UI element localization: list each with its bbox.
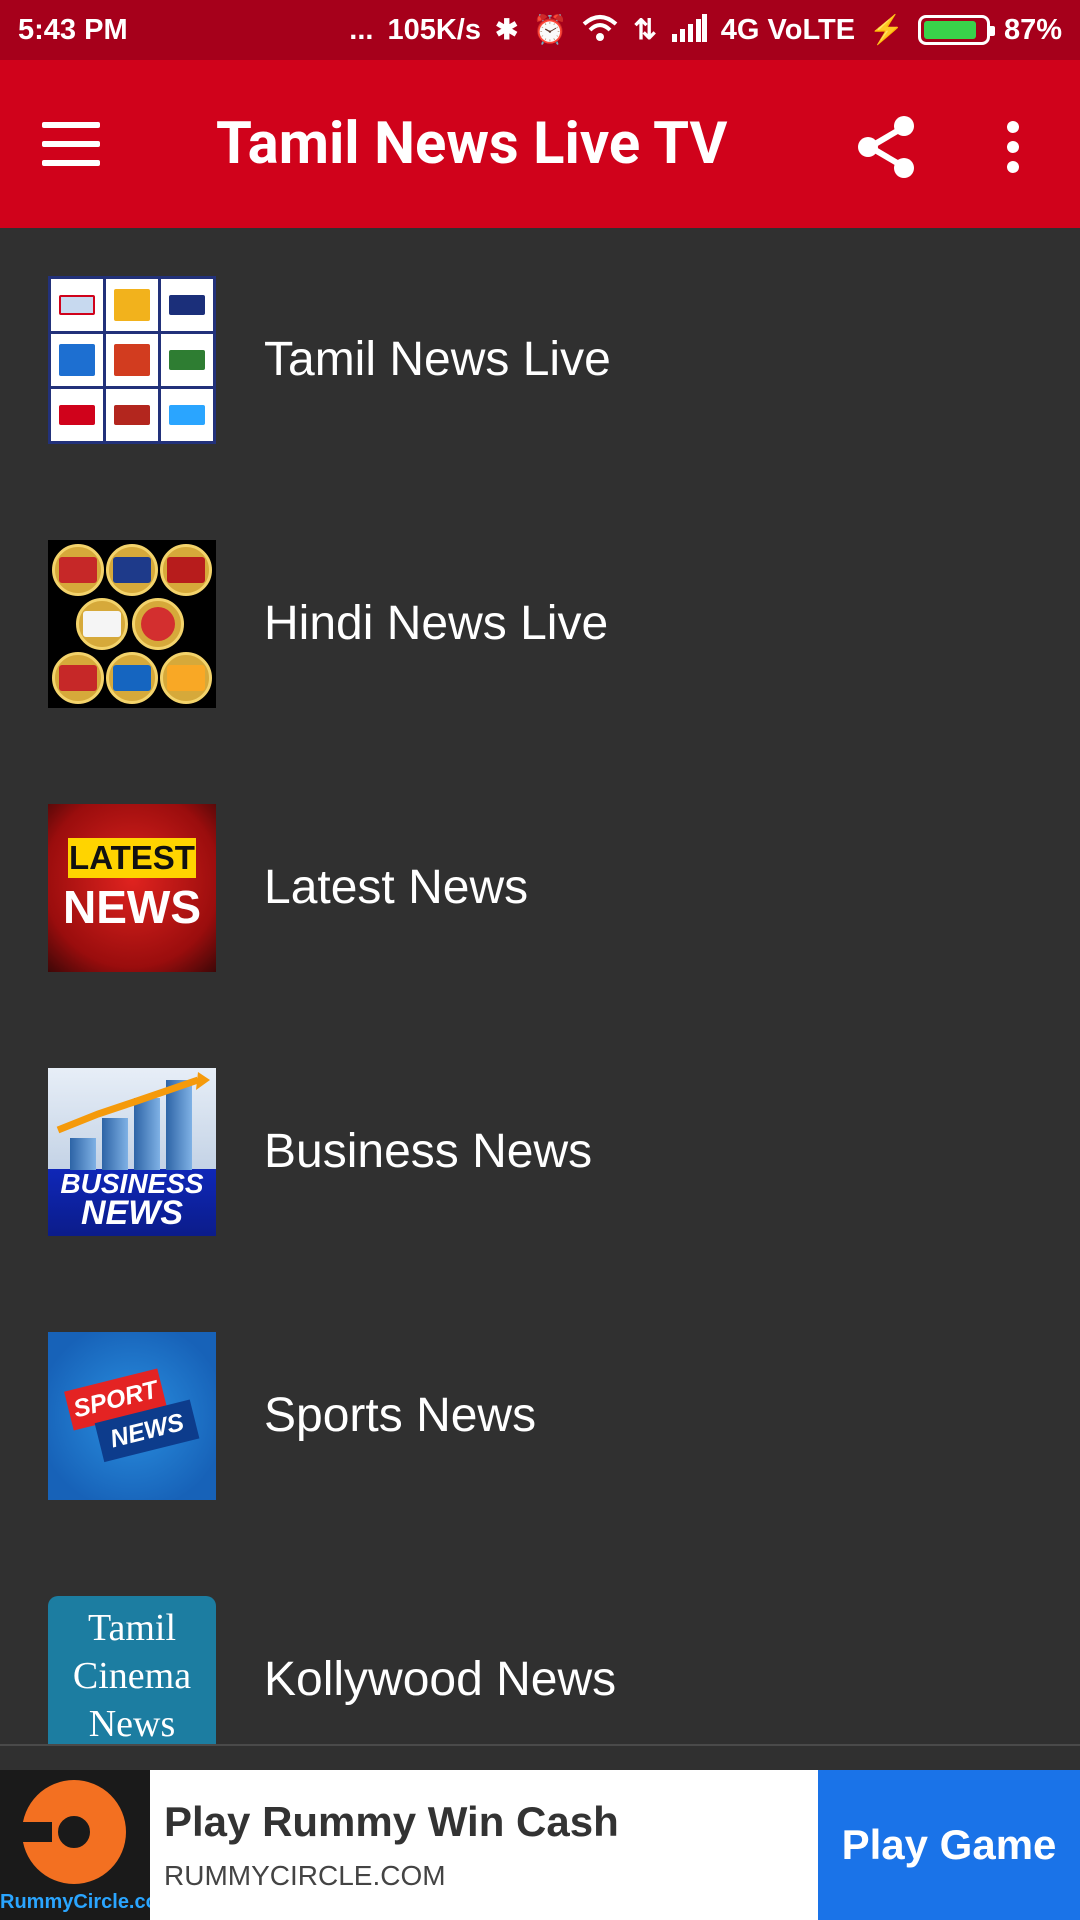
more-options-icon[interactable]	[998, 114, 1028, 180]
kollywood-news-thumbnail: Tamil Cinema News	[48, 1596, 216, 1744]
battery-icon	[917, 15, 995, 45]
battery-fill	[923, 21, 977, 39]
ad-logo-text: RummyCircle.com	[0, 1891, 150, 1913]
network-type: 4G VoLTE	[720, 13, 856, 46]
hindi-news-thumbnail	[48, 540, 216, 708]
more-notifications-icon: ...	[349, 13, 374, 46]
menu-icon[interactable]	[42, 102, 126, 186]
latest-thumb-text: NEWS	[63, 881, 201, 933]
bluetooth-icon: ✱	[494, 14, 519, 45]
kolly-thumb-text: Cinema	[72, 1655, 192, 1697]
play-game-button[interactable]: Play Game	[818, 1770, 1080, 1920]
ad-banner[interactable]: RummyCircle.com Play Rummy Win Cash RUMM…	[0, 1770, 1080, 1920]
status-bar: 5:43 PM ... 105K/s ✱ ⏰ ⇅ 4G VoLTE ⚡ 87%	[0, 0, 1080, 60]
wifi-icon	[581, 13, 619, 48]
list-item-label: Kollywood News	[264, 1653, 617, 1706]
list-item-label: Latest News	[264, 861, 529, 914]
alarm-icon: ⏰	[532, 14, 568, 45]
latest-thumb-text: LATEST	[68, 838, 196, 878]
share-icon[interactable]	[854, 114, 920, 180]
page-title: Tamil News Live TV	[216, 110, 728, 178]
app-toolbar: Tamil News Live TV	[0, 60, 1080, 228]
latest-news-thumbnail: LATEST NEWS	[48, 804, 216, 972]
list-item-tamil-news-live[interactable]: Tamil News Live	[0, 228, 1080, 492]
list-item-label: Business News	[264, 1125, 593, 1178]
list-item-label: Hindi News Live	[264, 597, 609, 650]
ad-subtitle: RUMMYCIRCLE.COM	[164, 1860, 446, 1891]
ad-text: Play Rummy Win Cash RUMMYCIRCLE.COM	[150, 1770, 818, 1920]
business-news-thumbnail: BUSINESS NEWS	[48, 1068, 216, 1236]
list-item-label: Tamil News Live	[264, 333, 611, 386]
ad-logo: RummyCircle.com	[0, 1770, 150, 1920]
list-item-sports-news[interactable]: SPORT NEWS Sports News	[0, 1284, 1080, 1548]
net-speed: 105K/s	[387, 13, 481, 46]
kolly-thumb-text: News	[88, 1703, 176, 1744]
data-transfer-icon: ⇅	[633, 14, 657, 45]
kolly-thumb-text: Tamil	[87, 1607, 177, 1649]
tamil-news-thumbnail	[48, 276, 216, 444]
list-item-hindi-news-live[interactable]: Hindi News Live	[0, 492, 1080, 756]
list-item-kollywood-news[interactable]: Tamil Cinema News Kollywood News	[0, 1548, 1080, 1744]
charging-icon: ⚡	[869, 14, 904, 45]
business-thumb-text: NEWS	[81, 1194, 183, 1232]
sports-news-thumbnail: SPORT NEWS	[48, 1332, 216, 1500]
list-item-label: Sports News	[264, 1389, 537, 1442]
status-icons: ... 105K/s ✱ ⏰ ⇅ 4G VoLTE ⚡ 87%	[349, 13, 1062, 48]
ad-title: Play Rummy Win Cash	[164, 1798, 619, 1845]
divider	[0, 1744, 1080, 1746]
status-time: 5:43 PM	[18, 13, 128, 46]
news-category-list: Tamil News Live Hindi News Live LATEST N…	[0, 228, 1080, 1744]
list-item-latest-news[interactable]: LATEST NEWS Latest News	[0, 756, 1080, 1020]
signal-icon	[671, 13, 707, 47]
battery-percent: 87%	[1003, 13, 1062, 46]
list-item-business-news[interactable]: BUSINESS NEWS Business News	[0, 1020, 1080, 1284]
